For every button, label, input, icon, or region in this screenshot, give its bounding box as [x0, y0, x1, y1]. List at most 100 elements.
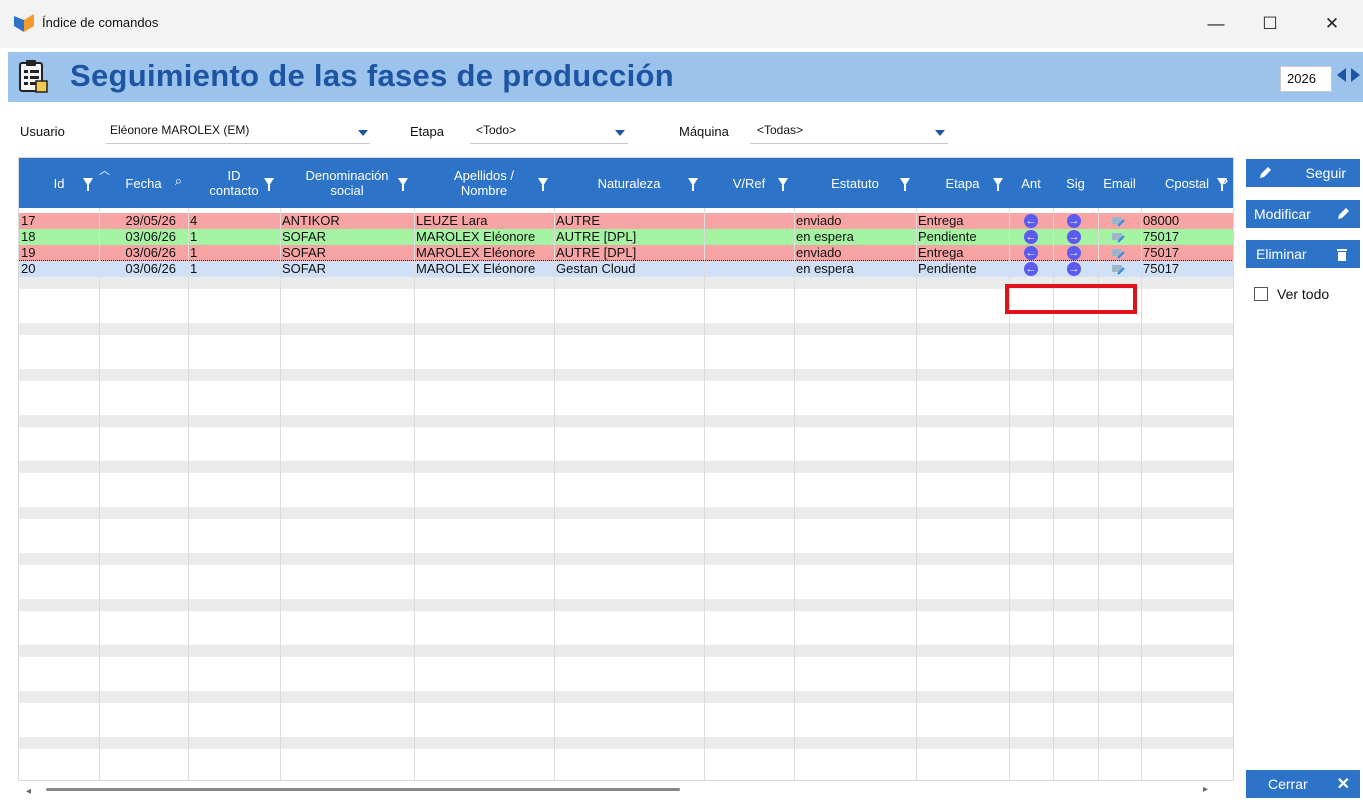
cell-cpostal: 08000: [1143, 213, 1180, 228]
empty-row: [19, 714, 1233, 726]
empty-row: [19, 438, 1233, 450]
prev-stage-icon[interactable]: ←: [1024, 214, 1038, 228]
horizontal-scrollbar-thumb[interactable]: [46, 788, 680, 791]
column-header[interactable]: Estatuto: [794, 158, 916, 208]
cell-etapa: Entrega: [918, 245, 964, 260]
grid-divider: [794, 208, 795, 780]
machine-filter-select[interactable]: <Todas>: [757, 123, 803, 137]
more-columns-icon[interactable]: ›: [1223, 172, 1228, 190]
column-header[interactable]: Naturaleza: [554, 158, 704, 208]
cell-estatuto: en espera: [796, 261, 854, 276]
email-icon[interactable]: [1112, 247, 1125, 259]
year-next-icon[interactable]: [1351, 68, 1360, 82]
cell-estatuto: en espera: [796, 229, 854, 244]
empty-row: [19, 599, 1233, 611]
stage-dropdown-icon[interactable]: [615, 130, 625, 136]
filter-icon[interactable]: [993, 178, 1003, 191]
sort-ascending-icon[interactable]: ︿: [99, 162, 110, 178]
filter-icon[interactable]: [778, 178, 788, 191]
maximize-button[interactable]: ☐: [1248, 8, 1292, 40]
empty-row: [19, 576, 1233, 588]
empty-row: [19, 645, 1233, 657]
filter-icon[interactable]: [900, 178, 910, 191]
next-stage-icon[interactable]: →: [1067, 230, 1081, 244]
grid-divider: [414, 208, 415, 780]
empty-row: [19, 668, 1233, 680]
email-icon[interactable]: [1112, 263, 1125, 275]
next-stage-icon[interactable]: →: [1067, 214, 1081, 228]
scroll-right-icon[interactable]: ▸: [1203, 784, 1208, 795]
filter-icon[interactable]: [83, 178, 93, 191]
page-header: Seguimiento de las fases de producción 2…: [8, 52, 1363, 102]
orders-grid[interactable]: Id Fecha ⌕ ID contacto Denominación social Ap…: [18, 157, 1234, 781]
delete-button-label: Eliminar: [1256, 246, 1307, 262]
column-header[interactable]: Id: [19, 158, 99, 208]
page-title: Seguimiento de las fases de producción: [70, 58, 674, 93]
trash-icon: [1337, 248, 1347, 261]
column-header-label: V/Ref: [732, 175, 766, 191]
user-filter-select[interactable]: Eléonore MAROLEX (EM): [110, 123, 249, 137]
email-icon[interactable]: [1112, 231, 1125, 243]
modify-button[interactable]: Modificar: [1246, 200, 1360, 228]
table-row[interactable]: 19 03/06/26 1 SOFAR MAROLEX Eléonore AUTRE [D…: [19, 245, 1233, 261]
filter-icon[interactable]: [538, 178, 548, 191]
close-window-button[interactable]: ✕: [1310, 8, 1354, 40]
close-icon: ✕: [1336, 776, 1350, 793]
modify-button-label: Modificar: [1254, 206, 1311, 222]
cell-vref: [704, 261, 794, 277]
grid-divider: [99, 208, 100, 780]
grid-divider: [1141, 208, 1142, 780]
empty-row: [19, 323, 1233, 335]
empty-row: [19, 369, 1233, 381]
next-stage-icon[interactable]: →: [1067, 262, 1081, 276]
delete-button[interactable]: Eliminar: [1246, 240, 1360, 268]
close-button[interactable]: Cerrar ✕: [1246, 770, 1360, 798]
machine-dropdown-icon[interactable]: [935, 130, 945, 136]
user-select-underline: [106, 143, 370, 144]
cell-denominacion: SOFAR: [282, 245, 327, 260]
column-header[interactable]: Sig: [1053, 158, 1098, 208]
column-header[interactable]: Denominación social: [280, 158, 414, 208]
show-all-checkbox[interactable]: [1254, 287, 1268, 301]
email-icon[interactable]: [1112, 215, 1125, 227]
column-header-label: Fecha: [125, 175, 162, 191]
column-header[interactable]: Cpostal: [1141, 158, 1233, 208]
follow-button[interactable]: Seguir: [1246, 159, 1360, 187]
minimize-button[interactable]: —: [1194, 8, 1238, 40]
prev-stage-icon[interactable]: ←: [1024, 246, 1038, 260]
column-header[interactable]: Fecha ⌕: [99, 158, 188, 208]
column-header[interactable]: Etapa: [916, 158, 1009, 208]
year-field[interactable]: 2026: [1280, 66, 1332, 92]
grid-divider: [916, 208, 917, 780]
column-header[interactable]: Apellidos / Nombre: [414, 158, 554, 208]
prev-stage-icon[interactable]: ←: [1024, 230, 1038, 244]
year-prev-icon[interactable]: [1337, 68, 1346, 82]
column-header[interactable]: V/Ref: [704, 158, 794, 208]
column-header-label: Cpostal: [1164, 175, 1210, 191]
user-dropdown-icon[interactable]: [358, 130, 368, 136]
cell-contacto: 4: [190, 213, 198, 228]
filter-icon[interactable]: [398, 178, 408, 191]
filter-icon[interactable]: [688, 178, 698, 191]
table-row[interactable]: 17 29/05/26 4 ANTIKOR LEUZE Lara AUTRE enviado…: [19, 213, 1233, 229]
grid-header: Id Fecha ⌕ ID contacto Denominación social Ap…: [19, 158, 1233, 208]
next-stage-icon[interactable]: →: [1067, 246, 1081, 260]
stage-filter-select[interactable]: <Todo>: [476, 123, 516, 137]
cell-contacto: 1: [190, 245, 198, 260]
column-header[interactable]: Ant: [1009, 158, 1053, 208]
table-row[interactable]: 20 03/06/26 1 SOFAR MAROLEX Eléonore Gestan C…: [19, 260, 1233, 278]
cell-naturaleza: AUTRE [DPL]: [556, 245, 637, 260]
cell-id: 19: [21, 245, 36, 260]
prev-stage-icon[interactable]: ←: [1024, 262, 1038, 276]
table-row[interactable]: 18 03/06/26 1 SOFAR MAROLEX Eléonore AUTRE [D…: [19, 229, 1233, 245]
filter-icon[interactable]: [264, 178, 274, 191]
grid-divider: [704, 208, 705, 780]
scroll-left-icon[interactable]: ◂: [26, 786, 31, 797]
grid-divider: [554, 208, 555, 780]
column-header[interactable]: ID contacto: [188, 158, 280, 208]
column-header-label: Email: [1103, 175, 1136, 191]
cell-nombre: MAROLEX Eléonore: [416, 229, 536, 244]
search-icon[interactable]: ⌕: [175, 173, 182, 188]
cell-cpostal: 75017: [1143, 229, 1180, 244]
column-header[interactable]: Email: [1098, 158, 1141, 208]
